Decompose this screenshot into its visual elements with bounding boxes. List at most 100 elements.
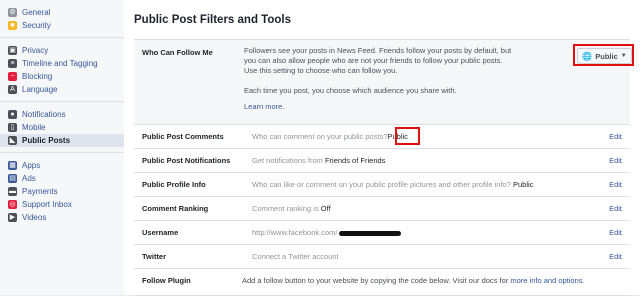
language-icon: A [8, 85, 17, 94]
sidebar-item-label: Timeline and Tagging [22, 59, 98, 68]
sidebar-item-ads[interactable]: ▤ Ads [0, 172, 124, 185]
audience-selector-label: Public [595, 51, 618, 61]
ads-icon: ▤ [8, 174, 17, 183]
sidebar-item-label: Privacy [22, 46, 49, 55]
row-value: Connect a Twitter account [252, 252, 339, 261]
sidebar-group: ▦ Apps ▤ Ads ▬ Payments ◎ Support Inbox ▶ Videos [0, 153, 124, 229]
audience-note: Each time you post, you choose which aud… [244, 86, 457, 95]
row-label: Public Post Comments [142, 132, 224, 141]
redaction-bar [339, 230, 402, 236]
current-setting-value: Public [387, 132, 408, 141]
row-value-text: Add a follow button to your website by c… [242, 276, 509, 285]
sidebar-item-label: Mobile [22, 123, 46, 132]
settings-row-public-post-notifications[interactable]: Public Post Notifications Get notificatio… [134, 148, 630, 173]
main-panel: Public Post Filters and Tools Who Can Fo… [124, 0, 640, 296]
edit-link[interactable]: Edit [609, 252, 622, 261]
sidebar-item-apps[interactable]: ▦ Apps [0, 159, 124, 172]
row-value-text: Who can like or comment on your public p… [252, 180, 511, 189]
blocking-icon: − [8, 72, 17, 81]
sidebar-item-label: Language [22, 85, 58, 94]
sidebar-item-label: Support Inbox [22, 200, 72, 209]
who-can-follow-label: Who Can Follow Me [142, 48, 213, 57]
row-label: Follow Plugin [142, 276, 191, 285]
row-value: Add a follow button to your website by c… [242, 276, 585, 285]
sidebar-item-label: Ads [22, 174, 36, 183]
video-icon: ▶ [8, 213, 17, 222]
globe-icon: 🌐 [582, 51, 593, 61]
who-can-follow-section: Who Can Follow Me Followers see your pos… [134, 40, 634, 125]
sidebar-item-public-posts[interactable]: ◣ Public Posts [0, 134, 124, 147]
sidebar-item-label: General [22, 8, 51, 17]
row-value-text: http://www.facebook.com/ [252, 228, 338, 237]
sidebar-item-label: Security [22, 21, 51, 30]
globe-icon: ● [8, 110, 17, 119]
description-line: Use this setting to choose who can follo… [244, 66, 398, 75]
sidebar-item-mobile[interactable]: ▯ Mobile [0, 121, 124, 134]
sidebar-item-label: Blocking [22, 72, 53, 81]
description-line: Followers see your posts in News Feed. F… [244, 46, 512, 55]
chevron-down-icon: ▼ [620, 53, 627, 59]
sidebar-item-payments[interactable]: ▬ Payments [0, 185, 124, 198]
row-value: Comment ranking is Off [252, 204, 331, 213]
row-label: Public Profile Info [142, 180, 206, 189]
settings-row-comment-ranking[interactable]: Comment Ranking Comment ranking is Off Edi… [134, 196, 630, 221]
row-value-text: Who can comment on your public posts? [252, 132, 388, 141]
sidebar-item-security[interactable]: ■ Security [0, 19, 124, 32]
description-line: you can also allow people who are not yo… [244, 56, 503, 65]
audience-selector-button[interactable]: 🌐 Public ▼ [577, 48, 632, 64]
edit-link[interactable]: Edit [609, 156, 622, 165]
row-value-text: Comment ranking is [252, 204, 319, 213]
edit-link[interactable]: Edit [609, 132, 622, 141]
sidebar-item-videos[interactable]: ▶ Videos [0, 211, 124, 224]
sidebar-item-label: Notifications [22, 110, 66, 119]
row-label: Public Post Notifications [142, 156, 231, 165]
sidebar-group: ● Notifications ▯ Mobile ◣ Public Posts [0, 102, 124, 153]
current-setting-value: Off [320, 204, 331, 213]
gear-icon: ⚙ [8, 8, 17, 17]
sidebar-item-blocking[interactable]: − Blocking [0, 70, 124, 83]
settings-row-username[interactable]: Username http://www.facebook.com/Edit [134, 220, 630, 245]
row-value: Who can comment on your public posts?Pub… [252, 132, 408, 141]
sidebar-item-label: Videos [22, 213, 47, 222]
row-value: http://www.facebook.com/ [252, 228, 402, 237]
row-value-text: Get notifications from [252, 156, 323, 165]
sidebar-item-label: Public Posts [22, 136, 71, 145]
edit-link[interactable]: Edit [609, 204, 622, 213]
settings-row-public-post-comments[interactable]: Public Post Comments Who can comment on y… [134, 124, 630, 149]
sidebar-item-label: Payments [22, 187, 58, 196]
sidebar-item-support-inbox[interactable]: ◎ Support Inbox [0, 198, 124, 211]
edit-link[interactable]: Edit [609, 228, 622, 237]
row-label: Twitter [142, 252, 167, 261]
sidebar-item-privacy[interactable]: ▣ Privacy [0, 44, 124, 57]
sidebar-item-general[interactable]: ⚙ General [0, 6, 124, 19]
sidebar-group: ⚙ General ■ Security [0, 0, 124, 38]
privacy-lock-icon: ▣ [8, 46, 17, 55]
settings-row-follow-plugin[interactable]: Follow Plugin Add a follow button to your… [134, 268, 630, 296]
current-setting-value: Friends of Friends [324, 156, 386, 165]
settings-sidebar: ⚙ General ■ Security ▣ Privacy ≡ Timeline and T… [0, 0, 125, 295]
security-badge-icon: ■ [8, 21, 17, 30]
sidebar-item-notifications[interactable]: ● Notifications [0, 108, 124, 121]
rss-icon: ◣ [8, 136, 17, 145]
sidebar-item-label: Apps [22, 161, 41, 170]
current-setting-value: Public [512, 180, 534, 189]
more-info-link[interactable]: more info and options. [510, 276, 584, 285]
timeline-icon: ≡ [8, 59, 17, 68]
settings-row-twitter[interactable]: Twitter Connect a Twitter account Edit [134, 244, 630, 269]
row-value: Get notifications from Friends of Friend… [252, 156, 385, 165]
sidebar-item-language[interactable]: A Language [0, 83, 124, 96]
sidebar-item-timeline-and-tagging[interactable]: ≡ Timeline and Tagging [0, 57, 124, 70]
settings-row-public-profile-info[interactable]: Public Profile Info Who can like or comme… [134, 172, 630, 197]
row-label: Username [142, 228, 179, 237]
row-label: Comment Ranking [142, 204, 209, 213]
learn-more-link-wrap: Learn more. [244, 102, 544, 112]
page-title: Public Post Filters and Tools [134, 14, 291, 26]
payments-icon: ▬ [8, 187, 17, 196]
who-can-follow-description: Followers see your posts in News Feed. F… [244, 46, 544, 76]
row-value: Who can like or comment on your public p… [252, 180, 533, 189]
row-value-text: Connect a Twitter account [252, 252, 339, 261]
edit-link[interactable]: Edit [609, 180, 622, 189]
apps-icon: ▦ [8, 161, 17, 170]
sidebar-group: ▣ Privacy ≡ Timeline and Tagging − Blocking A L… [0, 38, 124, 102]
learn-more-link[interactable]: Learn more. [244, 102, 284, 111]
